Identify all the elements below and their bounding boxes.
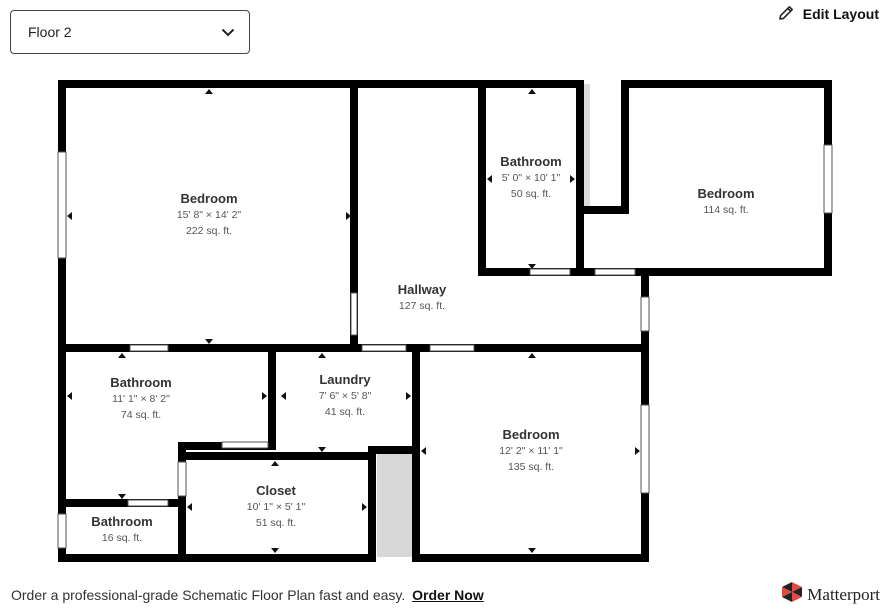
room-dimensions: 5' 0" × 10' 1"	[501, 172, 561, 184]
brand-name: Matterport	[807, 584, 880, 604]
matterport-logo-icon	[781, 581, 803, 608]
shaded-area	[377, 452, 413, 557]
footer-promo: Order a professional-grade Schematic Flo…	[11, 587, 484, 603]
room-name: Bathroom	[110, 375, 172, 390]
room-name: Laundry	[319, 372, 371, 387]
room-name: Hallway	[397, 282, 447, 297]
room-name: Bathroom	[91, 514, 153, 529]
room-bedroom-2[interactable]: Bedroom 114 sq. ft.	[697, 185, 754, 218]
room-area: 50 sq. ft.	[510, 188, 552, 200]
room-area: 114 sq. ft.	[703, 204, 749, 216]
room-laundry[interactable]: Laundry 7' 6" × 5' 8" 41 sq. ft.	[319, 371, 372, 420]
room-name: Closet	[256, 483, 296, 498]
room-dimensions: 12' 2" × 11' 1"	[499, 445, 563, 457]
walls	[58, 80, 832, 562]
room-area: 135 sq. ft.	[507, 461, 555, 473]
room-area: 74 sq. ft.	[120, 409, 162, 421]
room-dimensions: 15' 8" × 14' 2"	[176, 209, 242, 221]
room-area: 16 sq. ft.	[101, 532, 143, 544]
room-closet[interactable]: Closet 10' 1" × 5' 1" 51 sq. ft.	[247, 482, 305, 531]
room-area: 222 sq. ft.	[185, 225, 233, 237]
footer-text: Order a professional-grade Schematic Flo…	[11, 587, 406, 603]
room-dimensions: 10' 1" × 5' 1"	[246, 501, 306, 513]
room-area: 41 sq. ft.	[324, 406, 366, 418]
room-bathroom-2[interactable]: Bathroom 11' 1" × 8' 2" 74 sq. ft.	[110, 374, 171, 423]
room-name: Bedroom	[180, 191, 238, 206]
matterport-logo[interactable]: Matterport	[781, 581, 880, 608]
room-bedroom-3[interactable]: Bedroom 12' 2" × 11' 1" 135 sq. ft.	[499, 426, 563, 475]
room-bathroom-top[interactable]: Bathroom 5' 0" × 10' 1" 50 sq. ft.	[500, 153, 561, 202]
room-name: Bedroom	[697, 186, 755, 201]
order-now-link[interactable]: Order Now	[412, 587, 484, 603]
room-area: 127 sq. ft.	[398, 300, 446, 312]
room-dimensions: 7' 6" × 5' 8"	[318, 390, 372, 402]
room-bedroom-1[interactable]: Bedroom 15' 8" × 14' 2" 222 sq. ft.	[177, 190, 241, 239]
room-dimensions: 11' 1" × 8' 2"	[112, 393, 170, 405]
room-hallway[interactable]: Hallway 127 sq. ft.	[398, 281, 446, 314]
room-area: 51 sq. ft.	[255, 517, 297, 529]
room-bathroom-small[interactable]: Bathroom 16 sq. ft.	[91, 513, 152, 546]
room-name: Bathroom	[500, 154, 562, 169]
room-name: Bedroom	[502, 427, 560, 442]
